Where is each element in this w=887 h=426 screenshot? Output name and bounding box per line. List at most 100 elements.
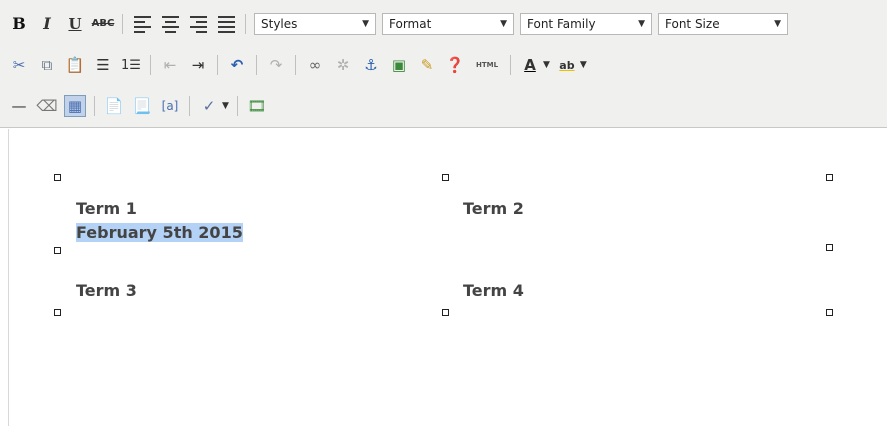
format-select[interactable]: Format ▼	[382, 13, 514, 35]
media-button[interactable]: 🎞	[246, 95, 268, 117]
undo-button[interactable]: ↶	[226, 54, 248, 76]
cleanup-button[interactable]: ✎	[416, 54, 438, 76]
align-left-button[interactable]	[131, 13, 153, 35]
table-cell[interactable]: Term 1	[76, 199, 137, 218]
table-cell-selected-text[interactable]: February 5th 2015	[76, 223, 243, 242]
visual-aid-button[interactable]: ▦	[64, 95, 86, 117]
remove-format-button[interactable]: ⌫	[36, 95, 58, 117]
film-icon: 🎞	[247, 96, 267, 115]
align-center-icon	[161, 15, 179, 33]
font-color-icon: A	[524, 55, 536, 74]
image-icon: ▣	[391, 55, 407, 74]
horizontal-rule-button[interactable]: —	[8, 95, 30, 117]
numbered-list-button[interactable]: 1☰	[120, 54, 142, 76]
chevron-down-icon[interactable]: ▼	[580, 60, 587, 70]
resize-handle[interactable]	[442, 309, 449, 316]
strikethrough-button[interactable]: ABC	[92, 13, 115, 35]
separator	[150, 55, 151, 75]
font-family-select[interactable]: Font Family ▼	[520, 13, 652, 35]
align-justify-button[interactable]	[215, 13, 237, 35]
numbered-list-icon: 1☰	[121, 57, 141, 73]
italic-button[interactable]: I	[36, 13, 58, 35]
redo-button[interactable]: ↷	[265, 54, 287, 76]
spellcheck-button[interactable]: ✓	[198, 95, 220, 117]
toolbar-row-3: — ⌫ ▦ 📄 📃 [a] ✓ ▼ 🎞	[8, 89, 274, 123]
align-left-icon	[133, 15, 151, 33]
separator	[510, 55, 511, 75]
font-family-select-label: Font Family	[527, 17, 596, 31]
font-size-select[interactable]: Font Size ▼	[658, 13, 788, 35]
resize-handle[interactable]	[826, 244, 833, 251]
align-right-button[interactable]	[187, 13, 209, 35]
editor-content-area[interactable]: Term 1 February 5th 2015 Term 2 Term 3 T…	[0, 129, 887, 426]
editor-border	[8, 129, 9, 426]
toolbar-row-2: ✂ ⧉ 📋 ☰ 1☰ ⇤ ⇥ ↶ ↷ ∞ ✲ ⚓ ▣ ✎ ❓ HTML A ▼ …	[8, 48, 593, 82]
background-color-button[interactable]: ab	[556, 54, 578, 76]
separator	[256, 55, 257, 75]
html-source-button[interactable]: HTML	[472, 54, 502, 76]
separator	[245, 14, 246, 34]
chevron-down-icon[interactable]: ▼	[543, 60, 550, 70]
unlink-button[interactable]: ✲	[332, 54, 354, 76]
chevron-down-icon: ▼	[774, 19, 781, 29]
underline-button[interactable]: U	[64, 13, 86, 35]
eraser-icon: ⌫	[36, 96, 58, 115]
resize-handle[interactable]	[54, 309, 61, 316]
link-button[interactable]: ∞	[304, 54, 326, 76]
html-icon: HTML	[475, 60, 499, 69]
anchor-icon: ⚓	[364, 55, 378, 74]
paste-word-button[interactable]: 📃	[131, 95, 153, 117]
separator	[217, 55, 218, 75]
chevron-down-icon: ▼	[638, 19, 645, 29]
toolbar-row-1: B I U ABC Styles ▼ Format ▼ Font Family …	[8, 7, 794, 41]
paste-text-button[interactable]: 📄	[103, 95, 125, 117]
unlink-icon: ✲	[336, 55, 350, 74]
resize-handle[interactable]	[826, 174, 833, 181]
format-select-label: Format	[389, 17, 432, 31]
font-size-select-label: Font Size	[665, 17, 720, 31]
align-right-icon	[189, 15, 207, 33]
separator	[122, 14, 123, 34]
bullet-list-button[interactable]: ☰	[92, 54, 114, 76]
paste-text-icon: 📄	[104, 96, 124, 115]
separator	[295, 55, 296, 75]
indent-icon: ⇥	[191, 55, 205, 74]
indent-button[interactable]: ⇥	[187, 54, 209, 76]
table-cell[interactable]: Term 4	[463, 281, 524, 300]
horizontal-rule-icon: —	[11, 96, 27, 115]
resize-handle[interactable]	[826, 309, 833, 316]
resize-handle[interactable]	[54, 247, 61, 254]
copy-button[interactable]: ⧉	[36, 54, 58, 76]
table-grid-icon: ▦	[67, 96, 83, 115]
spellcheck-icon: ✓	[202, 96, 216, 115]
paste-button[interactable]: 📋	[64, 54, 86, 76]
styles-select[interactable]: Styles ▼	[254, 13, 376, 35]
table-cell[interactable]: Term 2	[463, 199, 524, 218]
chevron-down-icon[interactable]: ▼	[222, 101, 229, 111]
scissors-icon: ✂	[12, 55, 26, 74]
chevron-down-icon: ▼	[362, 19, 369, 29]
resize-handle[interactable]	[54, 174, 61, 181]
help-icon: ❓	[445, 55, 465, 74]
bold-button[interactable]: B	[8, 13, 30, 35]
selected-text[interactable]: February 5th 2015	[76, 223, 243, 242]
outdent-button[interactable]: ⇤	[159, 54, 181, 76]
anchor-button[interactable]: ⚓	[360, 54, 382, 76]
brush-icon: ✎	[420, 55, 434, 74]
bullet-list-icon: ☰	[96, 55, 110, 74]
link-icon: ∞	[308, 55, 322, 74]
resize-handle[interactable]	[442, 174, 449, 181]
highlight-icon: ab	[559, 58, 575, 72]
undo-icon: ↶	[230, 55, 244, 74]
cut-button[interactable]: ✂	[8, 54, 30, 76]
chevron-down-icon: ▼	[500, 19, 507, 29]
image-button[interactable]: ▣	[388, 54, 410, 76]
select-all-button[interactable]: [a]	[159, 95, 181, 117]
separator	[94, 96, 95, 116]
font-color-button[interactable]: A	[519, 54, 541, 76]
align-center-button[interactable]	[159, 13, 181, 35]
help-button[interactable]: ❓	[444, 54, 466, 76]
separator	[236, 96, 238, 116]
table-cell[interactable]: Term 3	[76, 281, 137, 300]
editor-toolbar: B I U ABC Styles ▼ Format ▼ Font Family …	[0, 0, 887, 128]
